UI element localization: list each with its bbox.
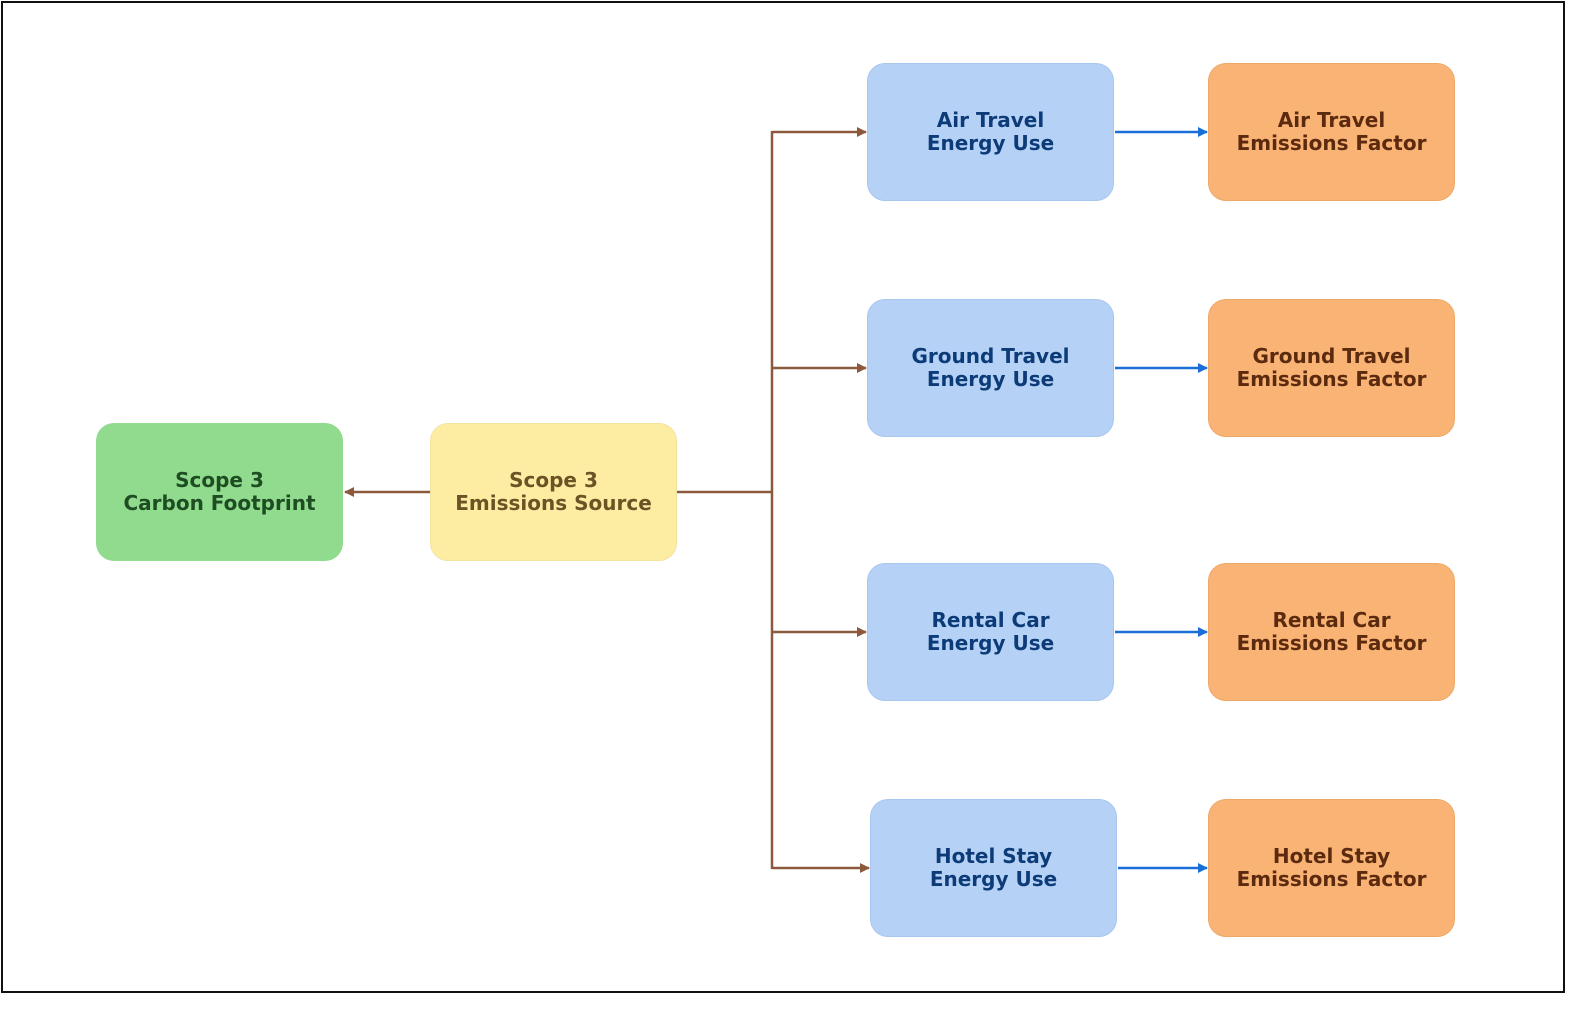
node-label: Energy Use (926, 131, 1055, 155)
node-label: Ground Travel (1252, 344, 1411, 368)
node-air-travel-emissions-factor: Air Travel Emissions Factor (1208, 63, 1455, 201)
node-scope3-emissions-source: Scope 3 Emissions Source (430, 423, 677, 561)
node-label: Energy Use (926, 367, 1055, 391)
node-label: Energy Use (929, 867, 1058, 891)
node-label: Rental Car (1272, 608, 1391, 632)
node-label: Hotel Stay (934, 844, 1053, 868)
node-label: Emissions Factor (1236, 631, 1427, 655)
node-label: Energy Use (926, 631, 1055, 655)
node-rental-car-energy-use: Rental Car Energy Use (867, 563, 1114, 701)
node-air-travel-energy-use: Air Travel Energy Use (867, 63, 1114, 201)
node-ground-travel-emissions-factor: Ground Travel Emissions Factor (1208, 299, 1455, 437)
node-label: Ground Travel (911, 344, 1070, 368)
node-label: Emissions Factor (1236, 131, 1427, 155)
node-label: Emissions Factor (1236, 867, 1427, 891)
node-label: Scope 3 (509, 468, 598, 492)
node-rental-car-emissions-factor: Rental Car Emissions Factor (1208, 563, 1455, 701)
node-label: Rental Car (931, 608, 1050, 632)
node-ground-travel-energy-use: Ground Travel Energy Use (867, 299, 1114, 437)
node-label: Emissions Factor (1236, 367, 1427, 391)
node-hotel-stay-energy-use: Hotel Stay Energy Use (870, 799, 1117, 937)
node-label: Hotel Stay (1272, 844, 1391, 868)
node-label: Scope 3 (175, 468, 264, 492)
node-scope3-carbon-footprint: Scope 3 Carbon Footprint (96, 423, 343, 561)
node-label: Emissions Source (455, 491, 652, 515)
node-label: Carbon Footprint (123, 491, 316, 515)
node-label: Air Travel (1277, 108, 1386, 132)
node-hotel-stay-emissions-factor: Hotel Stay Emissions Factor (1208, 799, 1455, 937)
node-label: Air Travel (936, 108, 1045, 132)
